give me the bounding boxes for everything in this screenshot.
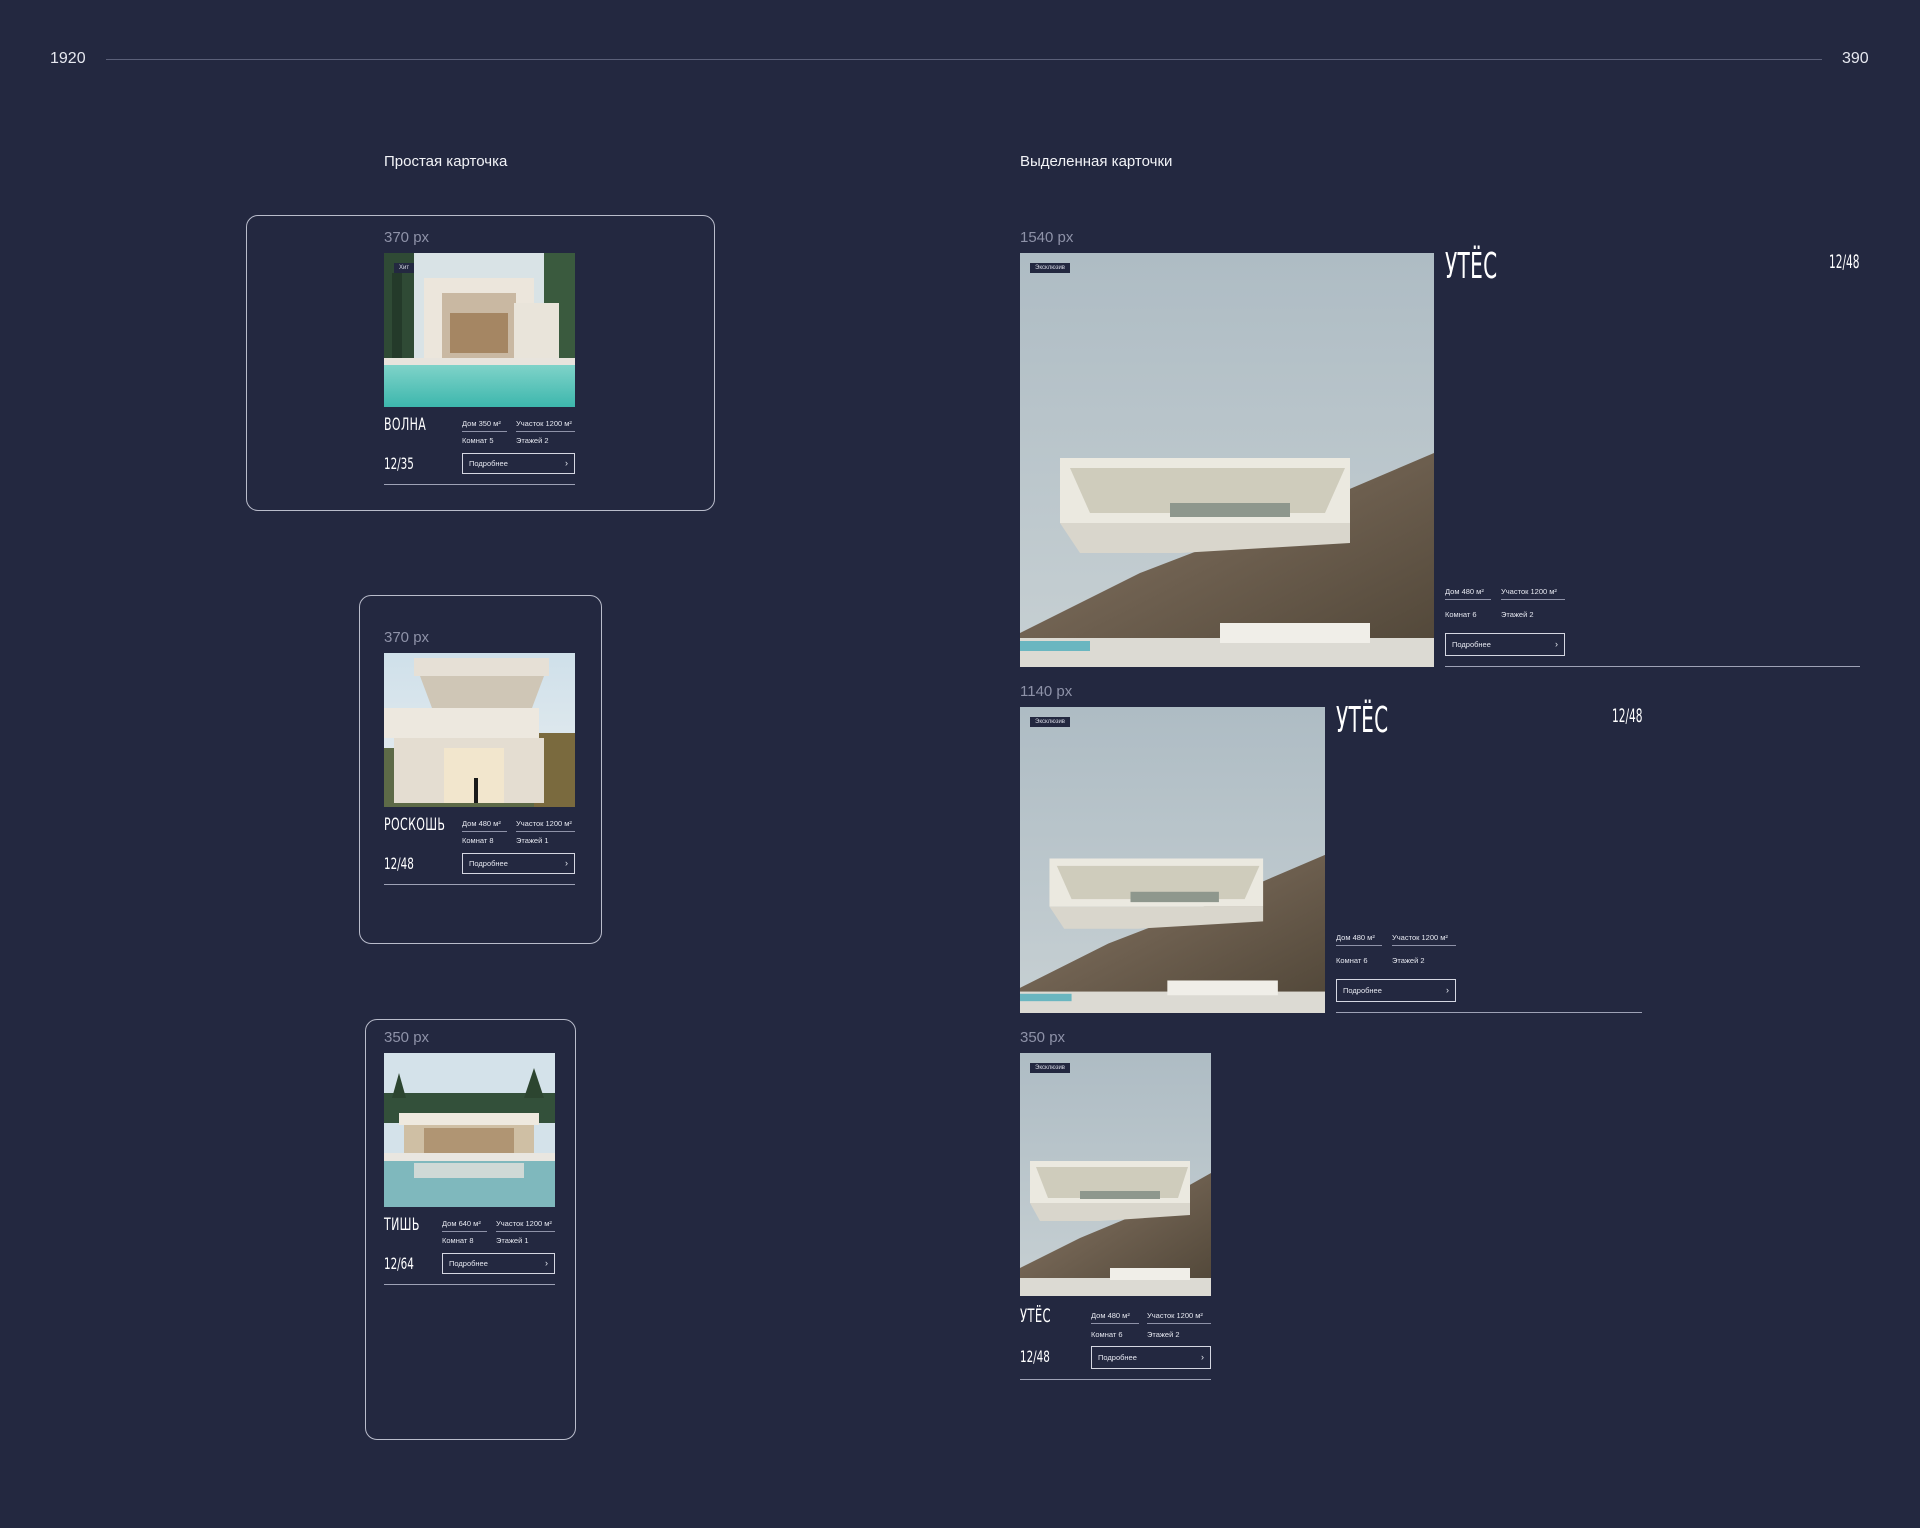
- more-button-label: Подробнее: [469, 859, 508, 868]
- card-divider: [1336, 1012, 1642, 1013]
- ruler-line: [106, 59, 1822, 60]
- more-button[interactable]: Подробнее ›: [1445, 633, 1565, 656]
- more-button[interactable]: Подробнее ›: [462, 853, 575, 874]
- section-title-simple: Простая карточка: [384, 153, 508, 170]
- spec-floors: Этажей 1: [516, 836, 549, 845]
- spec-floors: Этажей 2: [1392, 956, 1425, 965]
- spec-plot: Участок 1200 м²: [516, 819, 575, 832]
- more-button[interactable]: Подробнее ›: [442, 1253, 555, 1274]
- card-name: ВОЛНА: [384, 415, 427, 435]
- card-number: 12/35: [384, 454, 414, 473]
- spec-house: Дом 640 м²: [442, 1219, 487, 1232]
- size-label: 350 px: [384, 1029, 430, 1046]
- size-label: 370 px: [384, 629, 430, 646]
- more-button[interactable]: Подробнее ›: [1091, 1346, 1211, 1369]
- card-number: 12/48: [1020, 1347, 1050, 1366]
- card-divider: [384, 484, 575, 485]
- spec-plot: Участок 1200 м²: [516, 419, 575, 432]
- section-title-featured: Выделенная карточки: [1020, 153, 1173, 170]
- spec-floors: Этажей 2: [1147, 1330, 1180, 1339]
- chevron-right-icon: ›: [545, 1258, 548, 1268]
- ruler-right-label: 390: [1842, 50, 1869, 67]
- house-photo[interactable]: Хит: [384, 253, 575, 407]
- card-name: ТИШЬ: [384, 1215, 420, 1235]
- card-name: УТЁС: [1445, 246, 1498, 287]
- chevron-right-icon: ›: [565, 858, 568, 868]
- spec-rooms: Комнат 8: [462, 836, 494, 845]
- more-button-label: Подробнее: [469, 459, 508, 468]
- spec-house: Дом 480 м²: [1091, 1311, 1139, 1324]
- ruler-left-label: 1920: [50, 50, 86, 67]
- exclusive-badge: Эксклюзив: [1030, 263, 1070, 273]
- card-name: УТЁС: [1020, 1305, 1052, 1327]
- card-number: 12/48: [1829, 251, 1860, 273]
- more-button-label: Подробнее: [1452, 640, 1491, 649]
- spec-floors: Этажей 2: [1501, 610, 1534, 619]
- card-divider: [1020, 1379, 1211, 1380]
- spec-house: Дом 480 м²: [1336, 933, 1382, 946]
- card-number: 12/48: [384, 854, 414, 873]
- spec-rooms: Комнат 5: [462, 436, 494, 445]
- card-name: УТЁС: [1336, 700, 1389, 741]
- more-button[interactable]: Подробнее ›: [1336, 979, 1456, 1002]
- exclusive-badge: Эксклюзив: [1030, 717, 1070, 727]
- size-label: 1140 px: [1020, 683, 1073, 700]
- more-button[interactable]: Подробнее ›: [462, 453, 575, 474]
- spec-plot: Участок 1200 м²: [496, 1219, 555, 1232]
- cliff-house-photo[interactable]: Эксклюзив: [1020, 253, 1434, 667]
- card-divider: [1445, 666, 1860, 667]
- size-label: 1540 px: [1020, 229, 1074, 246]
- spec-floors: Этажей 1: [496, 1236, 529, 1245]
- spec-floors: Этажей 2: [516, 436, 549, 445]
- spec-plot: Участок 1200 м²: [1392, 933, 1456, 946]
- spec-plot: Участок 1200 м²: [1501, 587, 1565, 600]
- spec-plot: Участок 1200 м²: [1147, 1311, 1211, 1324]
- spec-rooms: Комнат 8: [442, 1236, 474, 1245]
- exclusive-badge: Эксклюзив: [1030, 1063, 1070, 1073]
- chevron-right-icon: ›: [1201, 1352, 1204, 1362]
- more-button-label: Подробнее: [1098, 1353, 1137, 1362]
- spec-rooms: Комнат 6: [1445, 610, 1477, 619]
- card-number: 12/64: [384, 1254, 414, 1273]
- cliff-house-photo[interactable]: Эксклюзив: [1020, 707, 1325, 1013]
- hit-badge: Хит: [394, 263, 415, 273]
- house-photo[interactable]: [384, 1053, 555, 1207]
- more-button-label: Подробнее: [449, 1259, 488, 1268]
- more-button-label: Подробнее: [1343, 986, 1382, 995]
- house-photo[interactable]: [384, 653, 575, 807]
- card-number: 12/48: [1612, 705, 1643, 727]
- spec-house: Дом 480 м²: [462, 819, 507, 832]
- cliff-house-photo[interactable]: Эксклюзив: [1020, 1053, 1211, 1296]
- card-divider: [384, 1284, 555, 1285]
- spec-house: Дом 350 м²: [462, 419, 507, 432]
- spec-rooms: Комнат 6: [1091, 1330, 1123, 1339]
- card-name: РОСКОШЬ: [384, 815, 446, 835]
- card-divider: [384, 884, 575, 885]
- chevron-right-icon: ›: [1555, 639, 1558, 649]
- spec-rooms: Комнат 6: [1336, 956, 1368, 965]
- size-label: 350 px: [1020, 1029, 1066, 1046]
- chevron-right-icon: ›: [1446, 985, 1449, 995]
- chevron-right-icon: ›: [565, 458, 568, 468]
- spec-house: Дом 480 м²: [1445, 587, 1491, 600]
- size-label: 370 px: [384, 229, 430, 246]
